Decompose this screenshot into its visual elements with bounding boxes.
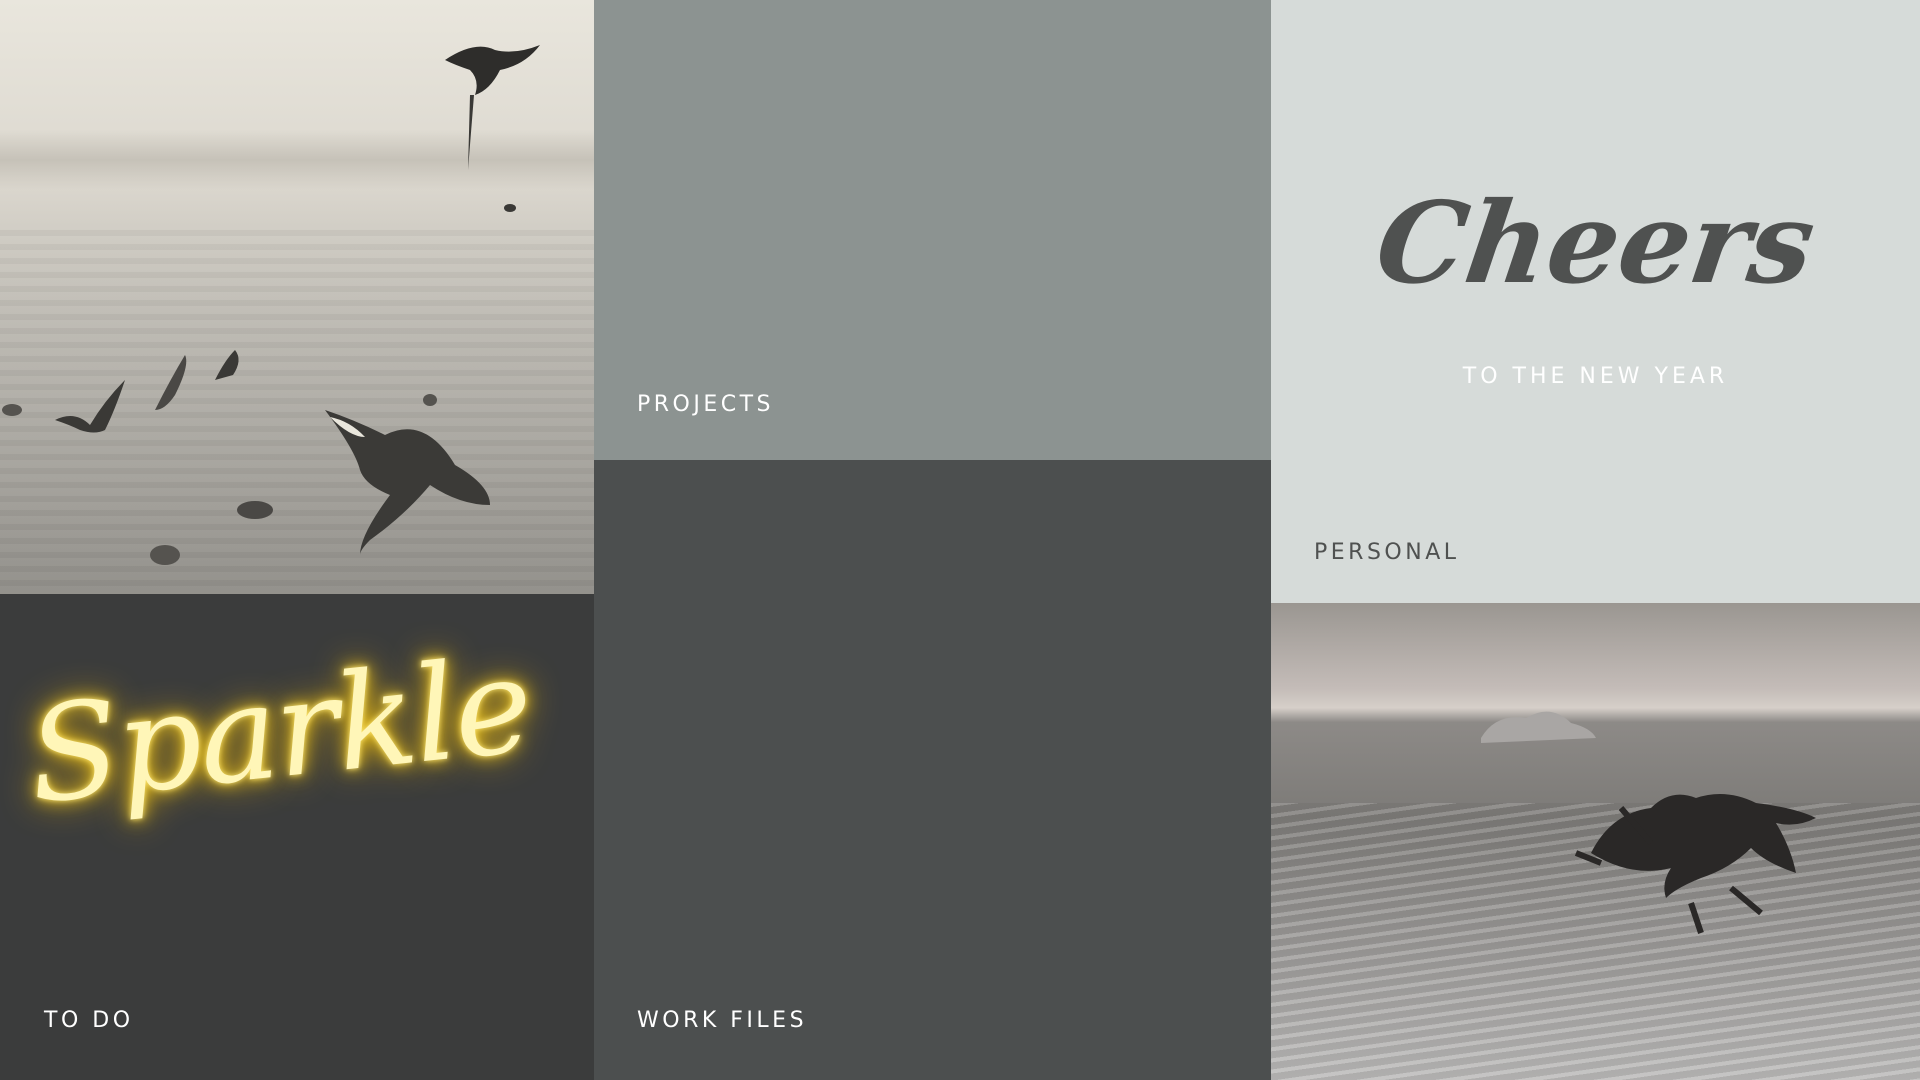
personal-tile[interactable]: Cheers TO THE NEW YEAR PERSONAL xyxy=(1271,0,1920,603)
driftwood-image xyxy=(1481,711,1816,934)
cheers-script-title: Cheers xyxy=(1368,178,1823,309)
personal-label: PERSONAL xyxy=(1314,540,1460,565)
birds-photo-tile[interactable] xyxy=(0,0,594,594)
seagulls-image xyxy=(2,45,540,565)
cheers-subtitle: TO THE NEW YEAR xyxy=(1462,364,1729,389)
todo-label: TO DO xyxy=(44,1008,134,1033)
projects-label: PROJECTS xyxy=(637,392,775,417)
beach-photo-tile[interactable] xyxy=(1271,603,1920,1080)
work-files-label: WORK FILES xyxy=(637,1008,808,1033)
todo-tile[interactable]: Sparkle TO DO xyxy=(0,594,594,1080)
projects-tile[interactable]: PROJECTS xyxy=(594,0,1271,460)
work-files-tile[interactable]: WORK FILES xyxy=(594,460,1271,1080)
sparkle-neon-text: Sparkle xyxy=(21,628,538,834)
